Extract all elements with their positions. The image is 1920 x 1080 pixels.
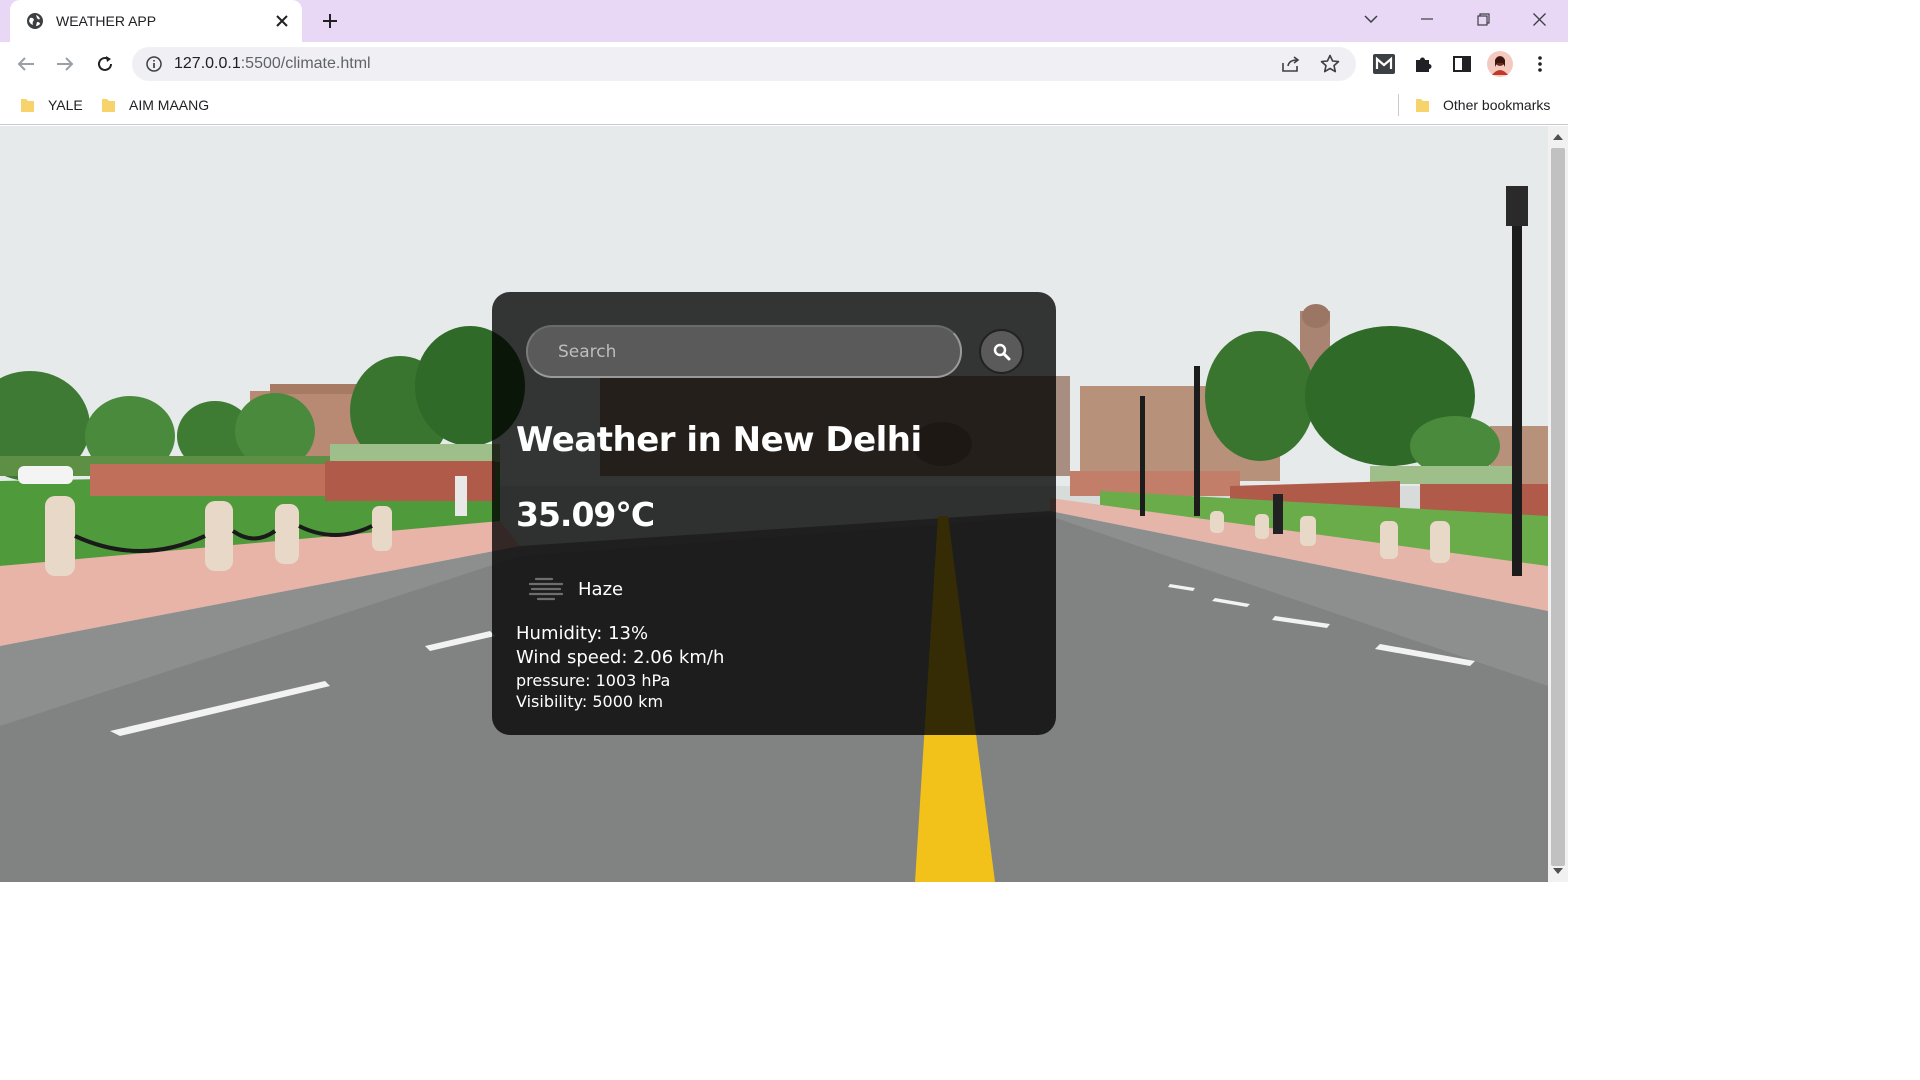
other-bookmarks-label: Other bookmarks	[1443, 97, 1551, 113]
city-heading: Weather in New Delhi	[516, 420, 922, 460]
page-scrollbar[interactable]	[1548, 126, 1568, 882]
back-icon[interactable]	[10, 48, 42, 80]
weather-description-row: Haze	[528, 574, 623, 604]
extension-m-icon[interactable]	[1370, 50, 1398, 78]
reload-icon[interactable]	[89, 48, 121, 80]
temperature: 35.09°C	[516, 495, 655, 534]
address-bar[interactable]: 127.0.0.1:5500/climate.html	[132, 47, 1356, 81]
chrome-menu-icon[interactable]	[1526, 50, 1554, 78]
new-tab-icon[interactable]	[316, 7, 344, 35]
bookmark-yale[interactable]: YALE	[20, 94, 83, 116]
tab-weather-app[interactable]: WEATHER APP	[10, 0, 302, 42]
share-icon[interactable]	[1278, 51, 1304, 77]
url-host: 127.0.0.1	[174, 55, 241, 72]
side-panel-icon[interactable]	[1448, 50, 1476, 78]
bookmark-star-icon[interactable]	[1317, 51, 1343, 77]
extensions-puzzle-icon[interactable]	[1409, 50, 1437, 78]
globe-icon	[27, 13, 43, 29]
profile-avatar[interactable]	[1486, 50, 1514, 78]
wind-speed: Wind speed: 2.06 km/h	[516, 647, 725, 668]
restore-icon[interactable]	[1459, 0, 1507, 38]
pressure: pressure: 1003 hPa	[516, 671, 671, 690]
tab-title: WEATHER APP	[56, 13, 157, 29]
site-info-icon[interactable]	[144, 54, 164, 74]
scroll-up-arrow-icon[interactable]	[1553, 134, 1563, 140]
bookmark-label: AIM MAANG	[129, 97, 210, 113]
weather-description: Haze	[578, 578, 624, 600]
url-path: :5500/climate.html	[240, 55, 371, 72]
bookmarks-bar: YALE AIM MAANG Other bookmarks	[0, 86, 1568, 125]
bookmark-aim-maang[interactable]: AIM MAANG	[101, 94, 209, 116]
folder-icon	[21, 99, 34, 112]
browser-toolbar: 127.0.0.1:5500/climate.html	[0, 42, 1568, 86]
forward-icon[interactable]	[49, 48, 81, 80]
scrollbar-thumb[interactable]	[1551, 148, 1565, 866]
tab-search-chevron-icon[interactable]	[1347, 0, 1395, 38]
visibility: Visibility: 5000 km	[516, 692, 664, 711]
url-text: 127.0.0.1:5500/climate.html	[174, 55, 1278, 73]
bookmarks-separator	[1398, 94, 1399, 116]
search-button[interactable]	[979, 329, 1024, 374]
weather-details: Humidity: 13% Wind speed: 2.06 km/h pres…	[516, 622, 724, 712]
tab-strip: WEATHER APP	[0, 0, 1568, 42]
folder-icon	[1416, 99, 1429, 112]
weather-card: Weather in New Delhi 35.09°C Haze Humidi…	[492, 292, 1056, 735]
tab-close-icon[interactable]	[268, 7, 296, 35]
haze-icon	[528, 577, 564, 601]
scroll-down-arrow-icon[interactable]	[1553, 868, 1563, 874]
search-input[interactable]	[526, 325, 962, 378]
folder-icon	[102, 99, 115, 112]
close-window-icon[interactable]	[1515, 0, 1563, 38]
page-viewport: Weather in New Delhi 35.09°C Haze Humidi…	[0, 126, 1548, 882]
minimize-icon[interactable]	[1403, 0, 1451, 38]
bookmark-label: YALE	[48, 97, 83, 113]
search-bar	[526, 325, 1024, 378]
humidity: Humidity: 13%	[516, 623, 649, 644]
other-bookmarks[interactable]: Other bookmarks	[1415, 94, 1550, 116]
search-icon	[993, 343, 1010, 360]
